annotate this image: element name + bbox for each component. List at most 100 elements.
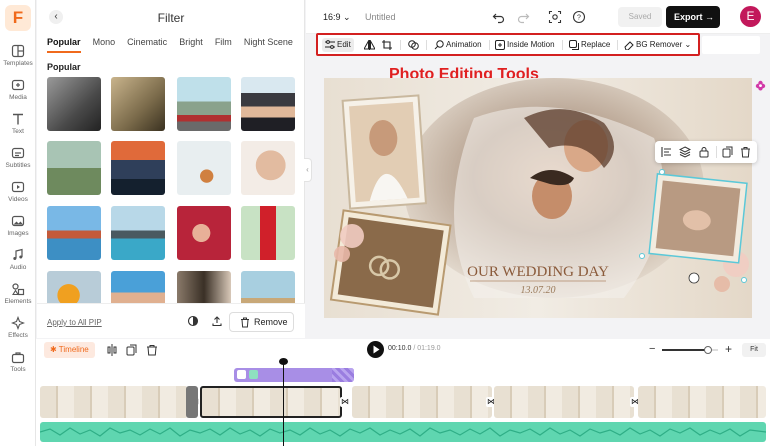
tab-film[interactable]: Film bbox=[215, 37, 232, 51]
video-clip[interactable] bbox=[638, 386, 766, 418]
panel-collapse-handle[interactable]: ‹ bbox=[304, 158, 312, 182]
canvas-title-text[interactable]: OUR WEDDING DAY bbox=[467, 264, 609, 280]
mask-button[interactable] bbox=[408, 38, 421, 52]
bg-remover-dropdown[interactable]: BG Remover ⌄ bbox=[624, 38, 691, 52]
duplicate-icon[interactable] bbox=[722, 146, 734, 158]
help-icon[interactable]: ? bbox=[572, 10, 586, 24]
rail-item-audio[interactable]: Audio bbox=[0, 248, 36, 281]
flip-button[interactable] bbox=[363, 38, 377, 52]
audio-track[interactable] bbox=[40, 422, 766, 442]
preview-canvas[interactable]: OUR WEDDING DAY 13.07.20 bbox=[324, 78, 752, 318]
filter-thumb[interactable] bbox=[241, 271, 295, 303]
crop-button[interactable] bbox=[382, 38, 394, 52]
filter-panel: Filter ‹ Popular Mono Cinematic Bright F… bbox=[37, 0, 305, 338]
tab-bright[interactable]: Bright bbox=[179, 37, 203, 51]
tab-night-scene[interactable]: Night Scene bbox=[244, 37, 293, 51]
layers-icon[interactable] bbox=[679, 146, 691, 158]
filter-thumb[interactable] bbox=[177, 206, 231, 260]
total-time: / 01:19.0 bbox=[413, 345, 441, 352]
filter-thumb[interactable] bbox=[111, 271, 165, 303]
filter-thumb[interactable] bbox=[241, 77, 295, 131]
tab-mono[interactable]: Mono bbox=[93, 37, 116, 51]
filter-thumb[interactable] bbox=[47, 141, 101, 195]
rotate-icon[interactable] bbox=[688, 272, 700, 284]
selected-video-clip[interactable] bbox=[200, 386, 342, 418]
redo-icon[interactable] bbox=[516, 10, 530, 24]
toolbar-extension bbox=[702, 36, 760, 54]
user-avatar[interactable]: E bbox=[740, 6, 761, 27]
app-logo[interactable]: F bbox=[5, 5, 31, 31]
lock-icon[interactable] bbox=[698, 146, 710, 158]
video-clip[interactable] bbox=[494, 386, 634, 418]
copy-icon[interactable] bbox=[126, 344, 138, 356]
filter-thumb[interactable] bbox=[177, 77, 231, 131]
delete-icon[interactable] bbox=[740, 146, 751, 158]
split-icon[interactable] bbox=[106, 344, 118, 356]
undo-icon[interactable] bbox=[492, 10, 506, 24]
filter-thumb[interactable] bbox=[111, 77, 165, 131]
tab-popular[interactable]: Popular bbox=[47, 37, 81, 53]
canvas-date-text[interactable]: 13.07.20 bbox=[521, 285, 556, 296]
edit-tool-button[interactable]: Edit bbox=[322, 38, 354, 52]
screen-capture-icon[interactable] bbox=[548, 10, 562, 24]
play-button[interactable] bbox=[367, 341, 384, 358]
zoom-slider[interactable] bbox=[662, 346, 718, 354]
time-display: 00:10.0 / 01:19.0 bbox=[388, 345, 441, 352]
zoom-out-button[interactable]: − bbox=[649, 343, 655, 355]
export-label: Export bbox=[674, 12, 703, 22]
rail-item-subtitles[interactable]: Subtitles bbox=[0, 146, 36, 179]
rail-item-elements[interactable]: Elements bbox=[0, 282, 36, 315]
rail-item-templates[interactable]: Templates bbox=[0, 44, 36, 77]
video-clip[interactable] bbox=[40, 386, 188, 418]
eraser-icon bbox=[624, 41, 634, 51]
resize-handle[interactable] bbox=[639, 253, 645, 259]
remove-filter-button[interactable]: Remove bbox=[229, 312, 294, 332]
replace-button[interactable]: Replace bbox=[569, 38, 610, 52]
aspect-ratio-dropdown[interactable]: 16:9 ⌄ bbox=[323, 12, 351, 23]
video-clip[interactable] bbox=[352, 386, 492, 418]
photo-frame-selected[interactable] bbox=[648, 173, 748, 264]
rail-item-videos[interactable]: Videos bbox=[0, 180, 36, 213]
export-button[interactable]: Export → bbox=[666, 6, 720, 28]
rail-item-text[interactable]: Text bbox=[0, 112, 36, 145]
filter-thumb[interactable] bbox=[47, 271, 101, 303]
timeline-toggle-button[interactable]: ✱ Timeline bbox=[44, 342, 95, 358]
zoom-in-button[interactable]: + bbox=[725, 342, 732, 356]
filter-thumb[interactable] bbox=[241, 206, 295, 260]
rail-item-images[interactable]: Images bbox=[0, 214, 36, 247]
resize-handle[interactable] bbox=[741, 277, 747, 283]
filter-thumb[interactable] bbox=[241, 141, 295, 195]
filter-thumb[interactable] bbox=[47, 206, 101, 260]
filter-thumb[interactable] bbox=[111, 141, 165, 195]
inside-motion-button[interactable]: Inside Motion bbox=[495, 38, 555, 52]
filter-thumb[interactable] bbox=[177, 141, 231, 195]
rail-item-media[interactable]: Media bbox=[0, 78, 36, 111]
photo-frame-top-left[interactable] bbox=[341, 94, 428, 210]
rail-label: Media bbox=[9, 94, 27, 101]
transition-icon[interactable]: ⋈ bbox=[340, 397, 350, 407]
resize-handle[interactable] bbox=[659, 169, 665, 175]
playhead[interactable] bbox=[283, 360, 284, 446]
inside-motion-label: Inside Motion bbox=[507, 40, 555, 49]
filter-thumb[interactable] bbox=[177, 271, 231, 303]
filter-thumb[interactable] bbox=[111, 206, 165, 260]
compare-button[interactable] bbox=[185, 315, 201, 331]
tab-cinematic[interactable]: Cinematic bbox=[127, 37, 167, 51]
chevron-left-icon: ‹ bbox=[306, 165, 309, 174]
upload-button[interactable] bbox=[209, 315, 225, 331]
apply-to-all-link[interactable]: Apply to All PIP bbox=[47, 318, 102, 327]
animation-button[interactable]: Animation bbox=[434, 38, 482, 52]
rail-item-tools[interactable]: Tools bbox=[0, 350, 36, 383]
overlay-clip[interactable] bbox=[234, 368, 354, 382]
rail-item-effects[interactable]: Effects bbox=[0, 316, 36, 349]
back-button[interactable]: ‹ bbox=[49, 10, 63, 24]
align-icon[interactable] bbox=[661, 146, 673, 158]
trash-icon[interactable] bbox=[146, 344, 158, 356]
filter-thumb[interactable] bbox=[47, 77, 101, 131]
crop-icon bbox=[382, 39, 392, 50]
magic-flower-icon[interactable] bbox=[755, 80, 766, 91]
play-icon bbox=[373, 345, 380, 354]
project-title[interactable]: Untitled bbox=[365, 12, 396, 22]
zoom-slider-knob[interactable] bbox=[703, 346, 712, 354]
fit-button[interactable]: Fit bbox=[742, 343, 766, 357]
